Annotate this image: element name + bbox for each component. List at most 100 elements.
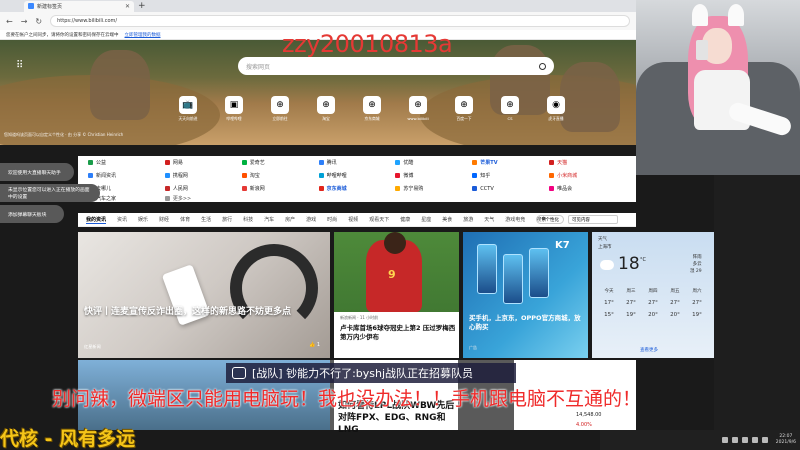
site-link[interactable]: 腾讯: [318, 156, 396, 169]
site-link[interactable]: 人民网: [164, 182, 242, 195]
personalize-button[interactable]: ⚙ 个性化: [536, 215, 564, 224]
clock[interactable]: 22:07 2021/9/6: [776, 434, 796, 446]
site-link[interactable]: 淘宝: [241, 169, 319, 182]
quick-link[interactable]: ◉ 虎牙直播: [544, 96, 568, 122]
tab-favicon-icon: [28, 3, 34, 9]
quick-link[interactable]: ▣ 哔哩哔哩: [222, 96, 246, 122]
site-icon: [472, 160, 478, 165]
notification-bubble[interactable]: 添加弹幕聊天板块: [0, 205, 64, 223]
product-badge: K7: [555, 240, 570, 251]
site-link[interactable]: 网易: [164, 156, 242, 169]
url-input[interactable]: https://www.bilibili.com/: [50, 15, 630, 27]
feed-tab[interactable]: 游戏: [306, 216, 316, 223]
site-icon: [164, 173, 170, 178]
forecast-low: 20°: [670, 312, 680, 318]
site-link[interactable]: 唯品会: [549, 182, 626, 195]
ad-card-phone[interactable]: K7 买手机，上京东，OPPO官方商城，放心购买 广告: [463, 232, 588, 358]
quick-link[interactable]: ⊕ 京东商城: [360, 96, 384, 122]
feed-tab[interactable]: 娱乐: [138, 216, 148, 223]
site-icon: ◉: [547, 96, 565, 114]
quick-link[interactable]: ⊕ CS: [498, 96, 522, 122]
site-link[interactable]: 微博: [395, 169, 472, 182]
site-icon: ⊕: [363, 96, 381, 114]
site-link[interactable]: 京东商城: [318, 182, 396, 195]
feed-tab[interactable]: 旅游: [463, 216, 473, 223]
weather-more-link[interactable]: 查看更多: [640, 347, 658, 353]
forecast-low: 19°: [626, 312, 636, 318]
banner-text: [战队] 钞能力不行了:byshj战队正在招募队员: [252, 367, 474, 380]
site-link[interactable]: 更多>>: [164, 195, 242, 202]
site-link[interactable]: 哔哩哔哩: [318, 169, 396, 182]
feed-tab[interactable]: 天气: [484, 216, 494, 223]
news-card-sport[interactable]: 9 新浪新闻 · 11 小时前 卢卡库首场6球夺冠史上第2 压过罗梅西第万内少伊…: [334, 232, 459, 358]
site-link[interactable]: 公益: [88, 156, 165, 169]
site-link-label: 京东商城: [326, 186, 347, 192]
site-link-label: 知乎: [480, 173, 491, 179]
personalize-label: 个性化: [545, 217, 560, 223]
notification-bubble[interactable]: 未显示位置您可以进入正在播放的画面中的设置: [0, 184, 100, 202]
tray-icon[interactable]: [731, 437, 738, 443]
quick-link[interactable]: ⊕ 淘宝: [314, 96, 338, 122]
site-link[interactable]: 爱奇艺: [241, 156, 319, 169]
quick-link[interactable]: ⊕ 百度一下: [452, 96, 476, 122]
feed-tab[interactable]: 房产: [285, 216, 295, 223]
apps-grid-icon[interactable]: ⠿: [16, 60, 23, 71]
forward-icon[interactable]: →: [21, 17, 28, 26]
site-link[interactable]: 优酷: [395, 156, 472, 169]
feed-tab[interactable]: 健康: [400, 216, 410, 223]
site-icon: [88, 160, 93, 165]
feed-tab[interactable]: 星座: [421, 216, 431, 223]
feed-tab[interactable]: 视频: [348, 216, 358, 223]
site-link[interactable]: 苏宁易购: [395, 182, 472, 195]
network-icon[interactable]: [741, 437, 748, 443]
site-link[interactable]: 携程网: [164, 169, 242, 182]
site-link[interactable]: 芒果TV: [472, 156, 549, 169]
tray-icon[interactable]: [721, 437, 728, 443]
site-icon: 📺: [179, 96, 197, 114]
site-link[interactable]: 新闻资讯: [88, 169, 165, 182]
feed-tab[interactable]: 观看天下: [369, 216, 389, 223]
search-box[interactable]: 搜索网页: [238, 57, 554, 75]
clock-date: 2021/9/6: [775, 440, 796, 445]
weather-widget[interactable]: 天气 上海市 18 °C 阵雨 多云 湿 29 今天 周三 周四 周五 周六 17° 27°…: [592, 232, 714, 358]
quick-link[interactable]: 📺 天天向前进: [176, 96, 200, 122]
quick-link[interactable]: ⊕ www.bilibili: [406, 96, 430, 122]
quick-link[interactable]: ⊕ 立即前往: [268, 96, 292, 122]
site-link[interactable]: 小米商城: [549, 169, 626, 182]
feed-tab[interactable]: 体育: [180, 216, 190, 223]
site-link[interactable]: 新浪网: [241, 182, 319, 195]
refresh-icon[interactable]: ↻: [35, 17, 42, 26]
site-link[interactable]: 知乎: [472, 169, 549, 182]
site-icon: [395, 173, 401, 178]
feed-tab[interactable]: 汽车: [264, 216, 274, 223]
card-source: 新浪新闻 · 11 小时前: [340, 315, 379, 320]
feed-tab[interactable]: 科技: [243, 216, 253, 223]
volume-icon[interactable]: [751, 437, 758, 443]
site-icon: [88, 173, 93, 178]
like-count[interactable]: 👍 1: [309, 342, 320, 348]
site-link[interactable]: 天猫: [549, 156, 626, 169]
close-tab-icon[interactable]: ✕: [125, 3, 130, 10]
feed-tab[interactable]: 时尚: [327, 216, 337, 223]
quick-link-label: 百度一下: [456, 116, 472, 121]
notification-bubble[interactable]: 欢迎使用大直播聊天助手: [0, 163, 74, 181]
feed-tab[interactable]: 我的资讯: [86, 216, 107, 224]
feed-tab[interactable]: 生活: [201, 216, 211, 223]
feed-tab[interactable]: 财经: [159, 216, 169, 223]
feed-tab[interactable]: 美食: [442, 216, 452, 223]
input-method-icon[interactable]: [761, 437, 768, 443]
view-select[interactable]: 可见内容: [568, 215, 618, 224]
feed-tab[interactable]: 旅行: [222, 216, 232, 223]
site-link[interactable]: CCTV: [472, 182, 549, 195]
new-tab-button[interactable]: +: [138, 1, 146, 11]
back-icon[interactable]: ←: [6, 17, 13, 26]
infobar-link[interactable]: 立即管理我的数据: [125, 32, 161, 38]
site-link-label: 芒果TV: [480, 160, 498, 166]
feed-tab[interactable]: 游戏电竞: [505, 216, 525, 223]
weather-location[interactable]: 上海市: [598, 244, 612, 250]
browser-tab[interactable]: 新建标签页 ✕: [24, 0, 134, 12]
feed-tab[interactable]: 资讯: [117, 216, 127, 223]
news-card-main[interactable]: 快评丨连麦宣传反诈出圈，这样的新思路不妨更多点 红星新闻 👍 1: [78, 232, 330, 358]
search-icon[interactable]: [539, 62, 546, 70]
site-link[interactable]: 汽车之家: [88, 195, 165, 202]
